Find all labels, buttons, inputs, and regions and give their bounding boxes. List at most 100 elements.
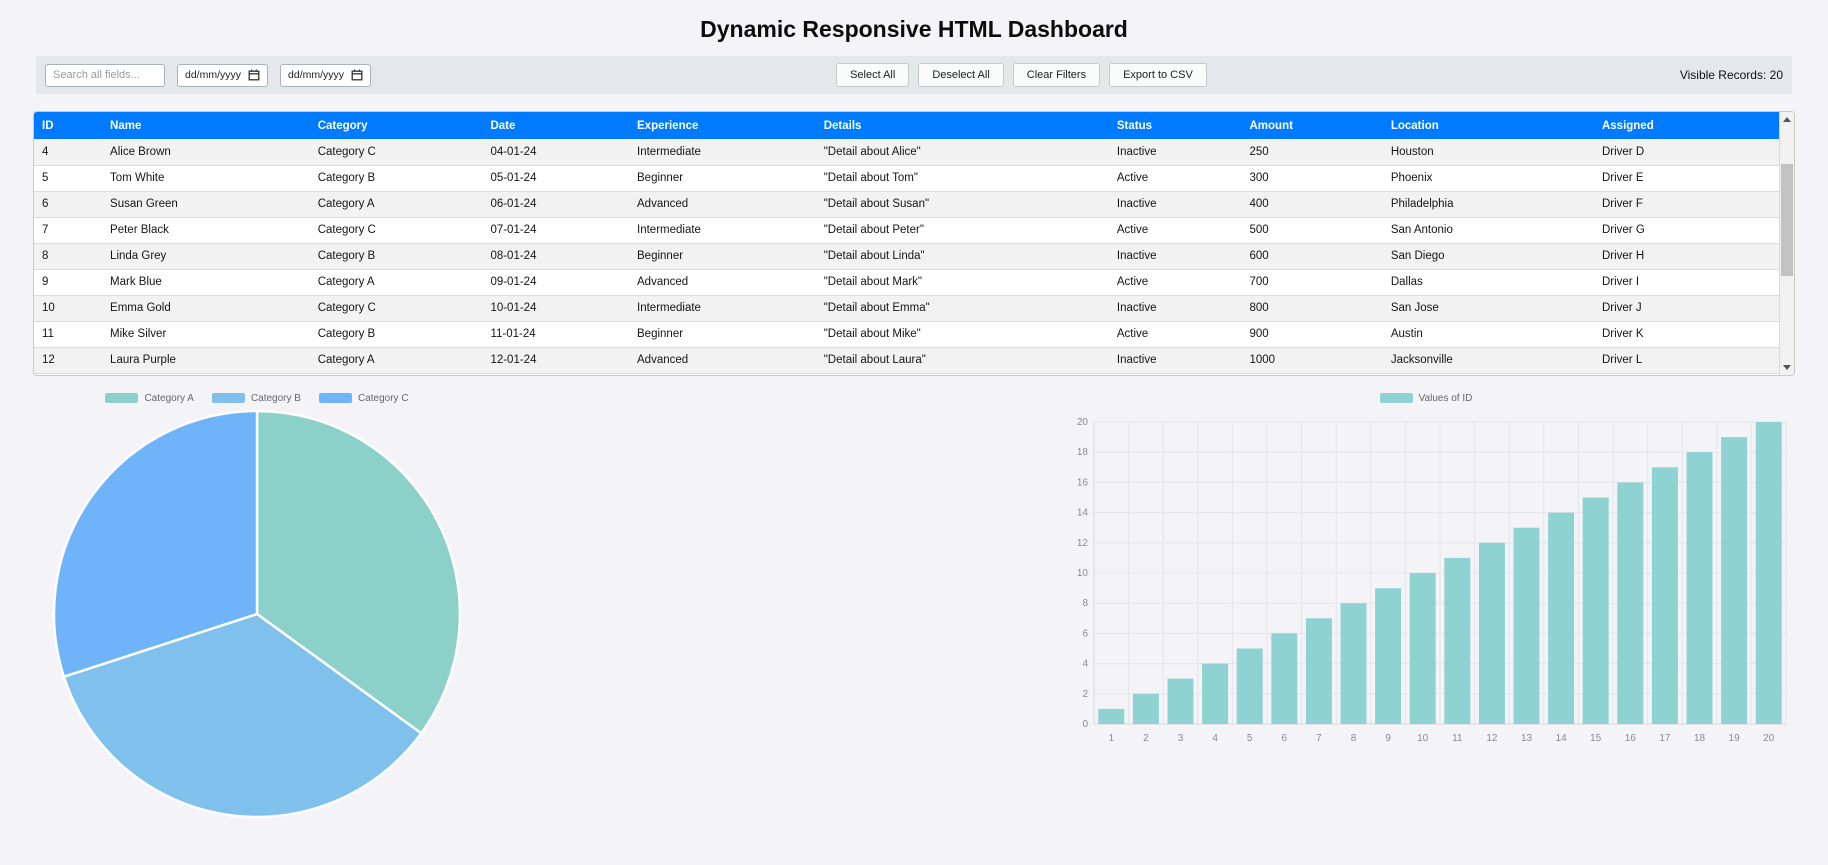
table-row[interactable]: 4 Alice Brown Category C 04-01-24 Intermedia…: [34, 139, 1779, 165]
table-cell: Tom White: [110, 172, 165, 184]
search-input[interactable]: [45, 63, 165, 87]
column-header-date[interactable]: Date: [482, 112, 630, 139]
table-cell: Driver J: [1601, 302, 1642, 314]
table-cell: Alice Brown: [110, 145, 171, 158]
table-row[interactable]: 7 Peter Black Category C 07-01-24 Intermedia…: [34, 217, 1779, 243]
table-cell: Peter Black: [110, 224, 169, 236]
x-axis-tick-label: 18: [1694, 733, 1706, 744]
bar-6[interactable]: [1271, 633, 1298, 724]
bar-18[interactable]: [1686, 452, 1713, 724]
charts-row: Category A Category B Category C Values of…: [36, 391, 1792, 820]
table-cell: Austin: [1390, 328, 1423, 340]
bar-5[interactable]: [1236, 648, 1263, 725]
table-cell: Beginner: [637, 328, 684, 340]
legend-swatch-icon: [211, 393, 245, 403]
y-axis-tick-label: 18: [1077, 447, 1089, 458]
column-header-details[interactable]: Details: [815, 112, 1109, 139]
table-row[interactable]: 12 Laura Purple Category A 12-01-24 Advanced…: [34, 347, 1779, 373]
toolbar: dd/mm/yyyy dd/mm/yyyy Select All Deselec…: [36, 56, 1792, 94]
table-cell: Linda Grey: [110, 250, 167, 262]
column-header-assigned[interactable]: Assigned: [1593, 112, 1779, 139]
column-header-location[interactable]: Location: [1382, 112, 1594, 139]
x-axis-tick-label: 4: [1212, 733, 1218, 744]
select-all-button[interactable]: Select All: [836, 63, 910, 87]
scrollbar-thumb[interactable]: [1781, 164, 1793, 276]
bar-3[interactable]: [1167, 678, 1194, 724]
table-row[interactable]: 6 Susan Green Category A 06-01-24 Advanced "D…: [34, 191, 1779, 217]
y-axis-tick-label: 20: [1077, 417, 1089, 428]
bar-13[interactable]: [1513, 527, 1540, 724]
table-cell: Phoenix: [1390, 172, 1433, 184]
calendar-icon: [351, 69, 363, 81]
legend-item[interactable]: Category C: [318, 393, 409, 404]
bar-10[interactable]: [1409, 573, 1436, 724]
column-header-amount[interactable]: Amount: [1241, 112, 1383, 139]
table-row[interactable]: 8 Linda Grey Category B 08-01-24 Beginner "De…: [34, 243, 1779, 269]
table-cell: Category B: [317, 328, 376, 340]
table-row[interactable]: 11 Mike Silver Category B 11-01-24 Beginner "…: [34, 321, 1779, 347]
table-row[interactable]: 10 Emma Gold Category C 10-01-24 Intermediat…: [34, 295, 1779, 321]
x-axis-tick-label: 3: [1178, 733, 1184, 744]
legend-item[interactable]: Values of ID: [1379, 393, 1472, 404]
bar-17[interactable]: [1651, 467, 1678, 724]
table-cell: Driver E: [1601, 172, 1644, 184]
table-cell: Category C: [317, 224, 376, 236]
bar-15[interactable]: [1582, 497, 1609, 725]
scroll-up-icon[interactable]: [1780, 112, 1794, 127]
column-header-name[interactable]: Name: [102, 112, 310, 139]
table-cell: Inactive: [1116, 198, 1157, 210]
clear-filters-button[interactable]: Clear Filters: [1012, 63, 1101, 87]
table-cell: "Detail about Tom": [823, 172, 918, 184]
bar-7[interactable]: [1305, 618, 1332, 724]
bar-4[interactable]: [1202, 663, 1229, 724]
table-cell: "Detail about Mark": [823, 276, 923, 288]
table-cell: Inactive: [1116, 250, 1157, 262]
deselect-all-button[interactable]: Deselect All: [918, 63, 1004, 87]
table-cell: Active: [1116, 224, 1149, 236]
column-header-category[interactable]: Category: [309, 112, 483, 139]
table-cell: 07-01-24: [490, 224, 537, 236]
bar-2[interactable]: [1132, 693, 1159, 724]
column-header-id[interactable]: ID: [34, 112, 103, 139]
page-title: Dynamic Responsive HTML Dashboard: [700, 16, 1128, 42]
table-cell: Jacksonville: [1390, 354, 1453, 366]
export-csv-button[interactable]: Export to CSV: [1109, 63, 1207, 87]
table-cell: 08-01-24: [490, 250, 537, 262]
bar-11[interactable]: [1444, 557, 1471, 724]
id-bar-chart: Values of ID 0 2 4 6 8 10 12 14 16 18 20 1 2 3 4 5 6 7 8 9 1…: [1060, 391, 1792, 753]
table-cell: 300: [1249, 172, 1269, 184]
calendar-icon: [248, 69, 260, 81]
legend-item[interactable]: Category B: [211, 393, 301, 404]
bar-16[interactable]: [1617, 482, 1644, 724]
legend-item[interactable]: Category A: [105, 393, 194, 404]
table-cell: 06-01-24: [490, 198, 537, 210]
pie-chart-svg: [52, 409, 462, 819]
bar-12[interactable]: [1478, 542, 1505, 724]
table-scroll-area: ID Name Category Date Experience Details Statu…: [34, 112, 1779, 375]
table-row[interactable]: 5 Tom White Category B 05-01-24 Beginner "Det…: [34, 165, 1779, 191]
y-axis-tick-label: 12: [1077, 538, 1089, 549]
scroll-down-icon[interactable]: [1780, 360, 1794, 375]
x-axis-tick-label: 20: [1763, 733, 1775, 744]
bar-1[interactable]: [1098, 708, 1125, 724]
table-cell: 05-01-24: [490, 172, 537, 184]
date-from-input[interactable]: dd/mm/yyyy: [177, 63, 269, 87]
bar-19[interactable]: [1721, 437, 1748, 724]
table-cell: Active: [1116, 328, 1149, 340]
column-header-experience[interactable]: Experience: [629, 112, 816, 139]
table-cell: Driver I: [1601, 276, 1640, 288]
bar-14[interactable]: [1548, 512, 1575, 724]
table-cell: Laura Purple: [110, 354, 176, 366]
table-cell: 04-01-24: [490, 145, 537, 158]
table-cell: Category B: [317, 172, 376, 184]
bar-20[interactable]: [1755, 422, 1782, 724]
column-header-status[interactable]: Status: [1108, 112, 1242, 139]
table-cell: 6: [42, 198, 49, 210]
bar-8[interactable]: [1340, 603, 1367, 724]
bar-9[interactable]: [1375, 588, 1402, 724]
date-to-input[interactable]: dd/mm/yyyy: [280, 63, 372, 87]
table-row[interactable]: 9 Mark Blue Category A 09-01-24 Advanced "Det…: [34, 269, 1779, 295]
table-cell: Advanced: [637, 354, 689, 366]
table-scrollbar[interactable]: [1779, 112, 1794, 375]
table-cell: Susan Green: [110, 198, 178, 210]
